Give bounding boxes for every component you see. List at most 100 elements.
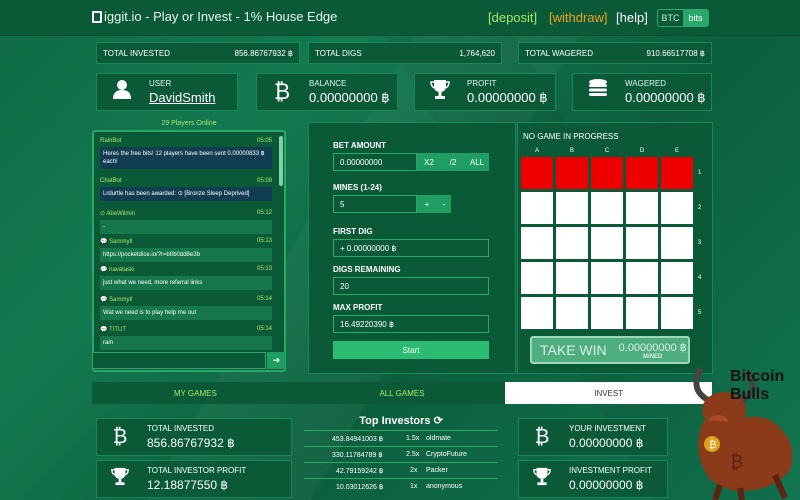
investor-multiplier: 1x — [410, 483, 418, 490]
grid-cell[interactable] — [590, 191, 624, 225]
tab-all-games[interactable]: ALL GAMES — [299, 382, 506, 404]
unit-btc-option[interactable]: BTC — [658, 10, 683, 26]
trophy-icon — [425, 78, 455, 106]
investment-profit-label: INVESTMENT PROFIT — [569, 466, 652, 475]
your-investment-value: 0.00000000 ฿ — [569, 436, 644, 450]
investor-name: CryptoFuture — [426, 451, 467, 458]
chat-user[interactable]: 💬 Sammyll — [100, 296, 132, 303]
your-investment-label: YOUR INVESTMENT — [569, 424, 646, 433]
grid-cell[interactable] — [660, 226, 694, 260]
all-bet-button[interactable]: ALL — [465, 153, 489, 171]
grid-cell[interactable] — [660, 156, 694, 190]
username-link[interactable]: DavidSmith — [149, 90, 215, 105]
max-profit-label: MAX PROFIT — [333, 303, 383, 312]
chat-message: RainBot 05:05 Heres the free bits! 12 pla… — [100, 138, 272, 169]
chat-send-button[interactable]: ➔ — [267, 352, 286, 369]
investor-multiplier: 2x — [410, 467, 418, 474]
mines-plus-button[interactable]: + — [417, 195, 437, 213]
chat-user[interactable]: 💬 navataski — [100, 266, 135, 273]
grid-cell[interactable] — [520, 156, 554, 190]
investor-amount: 330.11784789 ฿ — [332, 452, 383, 459]
stat-value: 856.86767932 ฿ — [234, 48, 293, 58]
wordmark-line: Bulls — [730, 386, 770, 403]
investor-row: 42.79159242 ฿ 2x Packer — [304, 462, 498, 478]
balance-value: 0.00000000 ฿ — [309, 89, 390, 105]
chat-message: 💬 TITUT 05:14 rain — [100, 326, 272, 350]
grid-cell[interactable] — [555, 226, 589, 260]
mines-minus-button[interactable]: - — [437, 195, 451, 213]
total-investor-profit-value: 12.18877550 ฿ — [147, 478, 229, 492]
half-bet-button[interactable]: /2 — [441, 153, 465, 171]
chat-user[interactable]: ⊙ AbeWilmin — [100, 210, 135, 217]
unit-toggle[interactable]: BTC bits — [657, 9, 709, 27]
stat-label: TOTAL INVESTED — [103, 48, 170, 58]
invest-total-invested-value: 856.86767932 ฿ — [147, 436, 235, 450]
chat-text: - — [100, 220, 272, 234]
investor-multiplier: 1.5x — [406, 435, 420, 442]
chat-user[interactable]: 💬 TITUT — [100, 326, 126, 333]
grid-cell[interactable] — [660, 296, 694, 330]
bet-amount-input[interactable]: 0.00000000 — [333, 153, 417, 171]
grid-cell[interactable] — [660, 261, 694, 295]
bitcoin-icon: ₿ — [534, 425, 550, 448]
grid-cell[interactable] — [590, 226, 624, 260]
chat-input[interactable] — [92, 352, 266, 369]
user-card: USER DavidSmith — [96, 73, 238, 111]
grid-cell[interactable] — [555, 156, 589, 190]
double-bet-button[interactable]: X2 — [417, 153, 441, 171]
mine-grid — [520, 156, 695, 331]
grid-cell[interactable] — [590, 156, 624, 190]
top-investors-title[interactable]: Top Investors ⟳ — [304, 414, 498, 427]
grid-cell[interactable] — [555, 261, 589, 295]
bitcoin-bulls-wordmark: Bitcoin Bulls — [730, 368, 784, 404]
total-investor-profit-card: TOTAL INVESTOR PROFIT 12.18877550 ฿ — [96, 460, 292, 498]
grid-cell[interactable] — [625, 261, 659, 295]
grid-cell[interactable] — [520, 191, 554, 225]
grid-cell[interactable] — [625, 156, 659, 190]
coin-stack-icon — [583, 78, 613, 106]
invest-total-invested-card: ₿ TOTAL INVESTED 856.86767932 ฿ — [96, 418, 292, 456]
grid-cell[interactable] — [520, 296, 554, 330]
grid-cell[interactable] — [520, 226, 554, 260]
grid-cell[interactable] — [520, 261, 554, 295]
investor-row: 453.84941003 ฿ 1.5x oldmate — [304, 430, 498, 446]
help-link[interactable]: [help] — [616, 10, 648, 25]
investor-amount: 453.84941003 ฿ — [332, 436, 384, 443]
deposit-link[interactable]: [deposit] — [488, 10, 537, 25]
unit-bits-option[interactable]: bits — [683, 10, 708, 26]
wagered-value: 0.00000000 ฿ — [625, 89, 706, 105]
chat-user[interactable]: ChatBot — [100, 178, 122, 184]
grid-cell[interactable] — [555, 296, 589, 330]
chat-user[interactable]: RainBot — [100, 138, 121, 144]
chat-text: just what we need, more referral links — [100, 276, 272, 290]
investment-profit-card: INVESTMENT PROFIT 0.00000000 ฿ — [518, 460, 668, 498]
withdraw-link[interactable]: [withdraw] — [549, 10, 608, 25]
mines-input[interactable]: 5 — [333, 195, 417, 213]
chat-scrollbar[interactable] — [279, 136, 283, 186]
stat-label: TOTAL DIGS — [315, 48, 362, 58]
tab-my-games[interactable]: MY GAMES — [92, 382, 299, 404]
grid-cell[interactable] — [625, 191, 659, 225]
start-button[interactable]: Start — [333, 341, 489, 359]
investor-amount: 10.03012626 ฿ — [336, 484, 384, 491]
players-online: 29 Players Online — [161, 120, 217, 127]
first-dig-label: FIRST DIG — [333, 227, 373, 236]
site-logo[interactable]: iggit.io - Play or Invest - 1% House Edg… — [92, 9, 337, 24]
grid-cell[interactable] — [555, 191, 589, 225]
stat-label: TOTAL WAGERED — [525, 48, 594, 58]
chat-text: Wat we need is to play help me out — [100, 306, 272, 320]
column-label: D — [639, 148, 645, 154]
svg-text:₿: ₿ — [730, 452, 743, 473]
chat-link[interactable]: https://pocketdice.io/?r=b0b0dd8e3b — [100, 248, 272, 262]
grid-cell[interactable] — [625, 226, 659, 260]
chat-user[interactable]: 💬 Sammyll — [100, 238, 132, 245]
grid-cell[interactable] — [625, 296, 659, 330]
grid-cell[interactable] — [660, 191, 694, 225]
total-wagered-stat: TOTAL WAGERED 910.66517708 ฿ — [518, 42, 712, 64]
grid-cell[interactable] — [590, 261, 624, 295]
grid-cell[interactable] — [590, 296, 624, 330]
bitcoin-icon: ₿ — [112, 425, 128, 448]
chat-message: 💬 navataski 05:13 just what we need, more… — [100, 266, 272, 290]
trophy-icon — [107, 466, 133, 492]
investor-row: 10.03012626 ฿ 1x anonymous — [304, 478, 498, 494]
